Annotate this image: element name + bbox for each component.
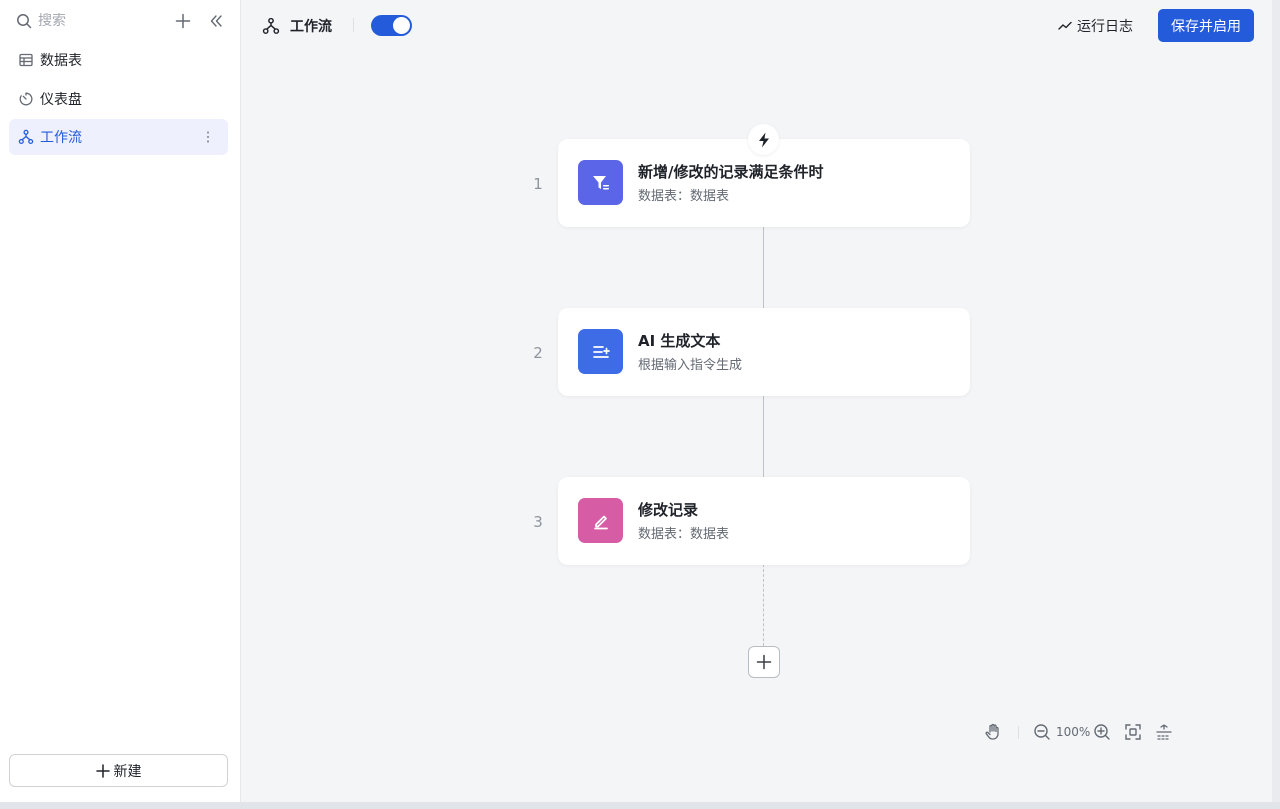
run-log-label: 运行日志 <box>1077 19 1133 35</box>
add-node-button[interactable] <box>748 646 780 678</box>
run-log-button[interactable]: 运行日志 <box>1058 14 1133 38</box>
new-button[interactable]: 新建 <box>9 754 228 787</box>
edit-icon <box>578 498 623 543</box>
add-button[interactable] <box>173 10 193 32</box>
connector-line <box>763 226 764 308</box>
fit-view-icon[interactable] <box>1122 721 1144 743</box>
node-subtitle: 数据表：数据表 <box>638 189 730 204</box>
connector-dashed-line <box>763 564 764 646</box>
page-title: 工作流 <box>290 19 332 35</box>
search-icon <box>16 13 32 29</box>
connector-line <box>763 395 764 477</box>
dashboard-icon <box>18 91 34 107</box>
ai-text-icon <box>578 329 623 374</box>
plus-icon <box>756 654 772 670</box>
app-window: 数据表 仪表盘 工作流 新建 工作流 <box>0 0 1272 802</box>
more-options-icon[interactable] <box>200 129 216 145</box>
canvas-toolbar: 100% <box>982 720 1175 744</box>
window-edge <box>0 802 1280 809</box>
window-edge <box>1272 0 1280 809</box>
node-subtitle: 数据表：数据表 <box>638 527 730 542</box>
zoom-in-icon[interactable] <box>1091 721 1113 743</box>
sidebar-item-workflow[interactable]: 工作流 <box>9 119 228 155</box>
node-title: 修改记录 <box>638 501 699 519</box>
page-header: 工作流 <box>262 14 332 38</box>
step-number: 1 <box>533 175 543 193</box>
filter-icon <box>578 160 623 205</box>
plus-icon <box>95 763 110 778</box>
sidebar-item-label: 仪表盘 <box>40 92 82 108</box>
step-number: 2 <box>533 344 543 362</box>
step-number: 3 <box>533 513 543 531</box>
toggle-knob <box>393 17 410 34</box>
sidebar-item-dashboard[interactable]: 仪表盘 <box>9 81 228 117</box>
hand-pan-icon[interactable] <box>982 721 1004 743</box>
workflow-icon <box>262 17 280 35</box>
save-and-enable-button[interactable]: 保存并启用 <box>1158 9 1254 42</box>
workflow-enable-toggle[interactable] <box>371 15 412 36</box>
new-button-label: 新建 <box>113 763 142 780</box>
lightning-icon <box>748 124 779 155</box>
zoom-out-icon[interactable] <box>1031 721 1053 743</box>
search-input[interactable] <box>38 13 158 29</box>
table-icon <box>18 52 34 68</box>
sidebar-item-label: 工作流 <box>40 130 82 146</box>
sidebar: 数据表 仪表盘 工作流 新建 <box>0 0 241 802</box>
node-title: 新增/修改的记录满足条件时 <box>638 163 824 181</box>
ai-generate-text-node[interactable]: AI 生成文本 根据输入指令生成 <box>558 308 970 396</box>
toolbar-divider <box>1018 725 1019 739</box>
zoom-level: 100% <box>1056 725 1091 739</box>
search-bar <box>16 10 228 32</box>
node-subtitle: 根据输入指令生成 <box>638 358 743 373</box>
double-chevron-left-icon <box>210 15 222 27</box>
header-divider <box>353 18 354 32</box>
workflow-icon <box>18 129 34 145</box>
collapse-sidebar-button[interactable] <box>206 10 226 32</box>
sidebar-item-data-table[interactable]: 数据表 <box>9 42 228 78</box>
sidebar-item-label: 数据表 <box>40 53 82 69</box>
trend-line-icon <box>1058 21 1072 30</box>
plus-icon <box>175 13 191 29</box>
auto-layout-icon[interactable] <box>1153 721 1175 743</box>
node-title: AI 生成文本 <box>638 332 721 350</box>
update-record-node[interactable]: 修改记录 数据表：数据表 <box>558 477 970 565</box>
